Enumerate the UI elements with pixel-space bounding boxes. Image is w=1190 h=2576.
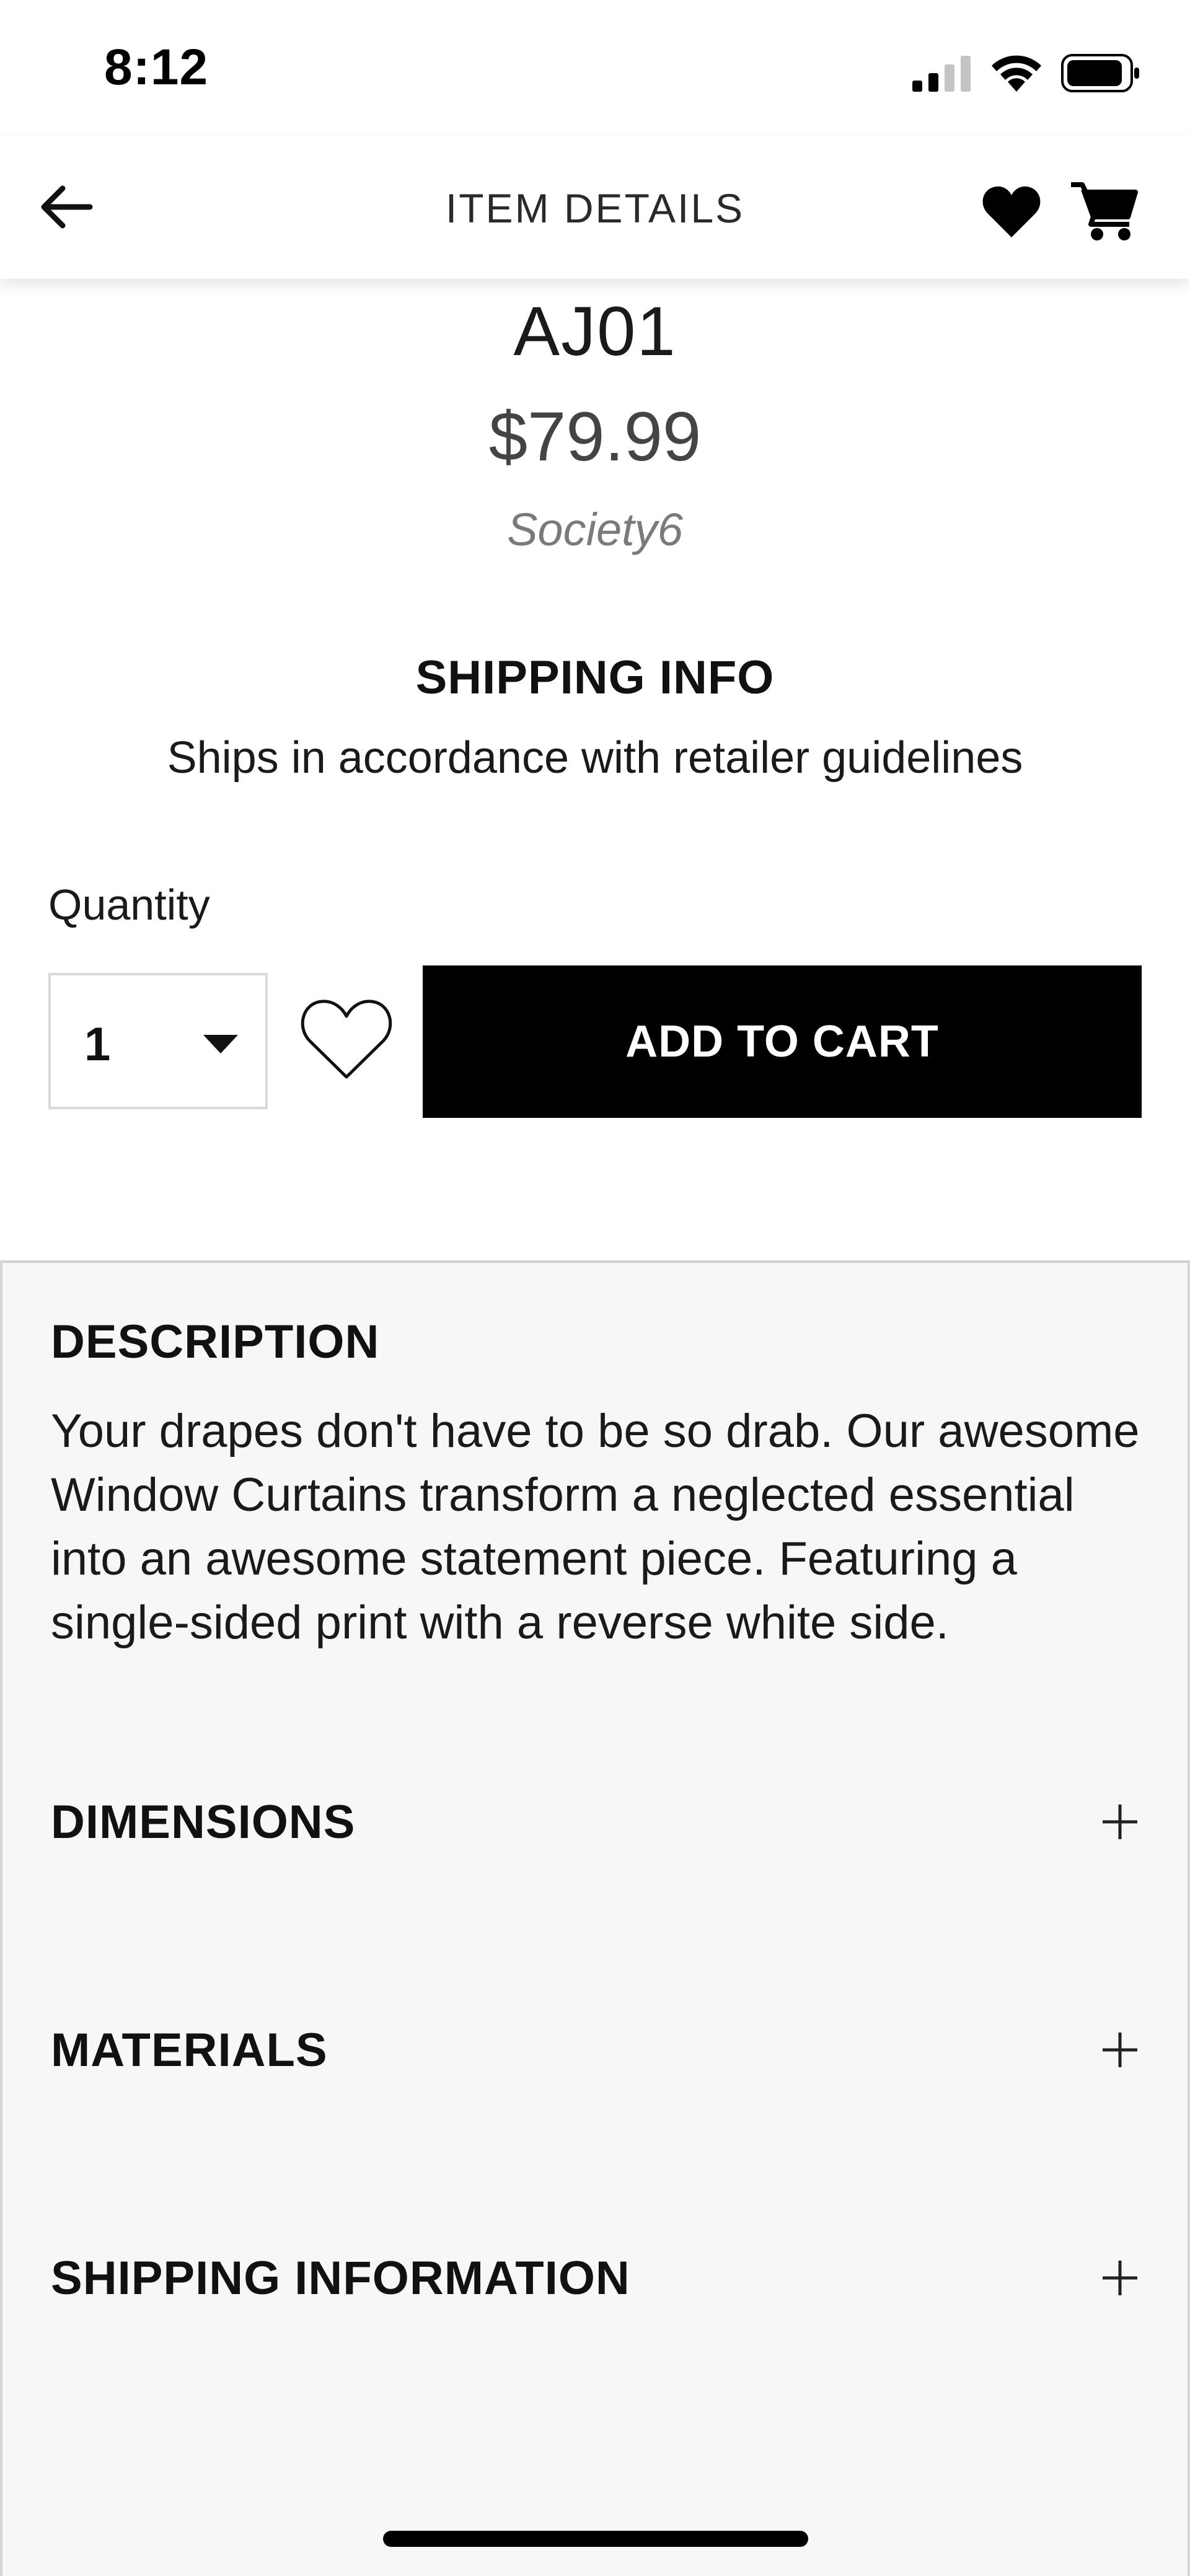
wishlist-button[interactable] xyxy=(294,991,399,1091)
home-indicator[interactable] xyxy=(383,2531,808,2547)
quantity-select[interactable]: 1 xyxy=(48,973,268,1109)
status-bar: 8:12 xyxy=(0,0,1190,136)
details-panel: DESCRIPTION Your drapes don't have to be… xyxy=(0,1260,1190,2576)
plus-icon xyxy=(1098,2028,1142,2072)
status-icons xyxy=(912,53,1140,96)
app-header: ITEM DETAILS xyxy=(0,136,1190,279)
product-brand: Society6 xyxy=(507,504,683,555)
cart-button[interactable] xyxy=(1064,175,1144,249)
add-to-cart-button[interactable]: ADD TO CART xyxy=(423,965,1142,1118)
heart-outline-icon xyxy=(299,998,394,1085)
shipping-info-heading: SHIPPING INFO xyxy=(415,651,775,704)
quantity-label: Quantity xyxy=(48,881,210,929)
accordion-shipping-information[interactable]: SHIPPING INFORMATION xyxy=(51,2241,1142,2315)
accordion-label: DIMENSIONS xyxy=(51,1795,356,1848)
description-text: Your drapes don't have to be so drab. Ou… xyxy=(51,1405,1140,1649)
status-time: 8:12 xyxy=(104,39,209,95)
quantity-value: 1 xyxy=(84,1018,111,1071)
favorites-button[interactable] xyxy=(977,178,1046,248)
accordion-dimensions[interactable]: DIMENSIONS xyxy=(51,1785,1142,1859)
cart-icon xyxy=(1070,180,1138,245)
accordion-label: MATERIALS xyxy=(51,2023,328,2077)
battery-icon xyxy=(1061,54,1140,95)
wifi-icon xyxy=(989,53,1044,96)
plus-icon xyxy=(1098,2256,1142,2300)
cellular-signal-icon xyxy=(912,55,972,95)
plus-icon xyxy=(1098,1800,1142,1844)
heart-icon xyxy=(982,185,1041,242)
shipping-info-text: Ships in accordance with retailer guidel… xyxy=(167,733,1023,783)
item-details-screen: 8:12 ITEM DETAILS AJ01 $79.99 Society6 S… xyxy=(0,0,1190,2576)
accordion-materials[interactable]: MATERIALS xyxy=(51,2013,1142,2087)
description-heading: DESCRIPTION xyxy=(51,1316,380,1368)
product-price: $79.99 xyxy=(488,398,702,475)
accordion-label: SHIPPING INFORMATION xyxy=(51,2251,630,2305)
caret-down-icon xyxy=(203,1035,238,1053)
product-name: AJ01 xyxy=(513,292,677,370)
